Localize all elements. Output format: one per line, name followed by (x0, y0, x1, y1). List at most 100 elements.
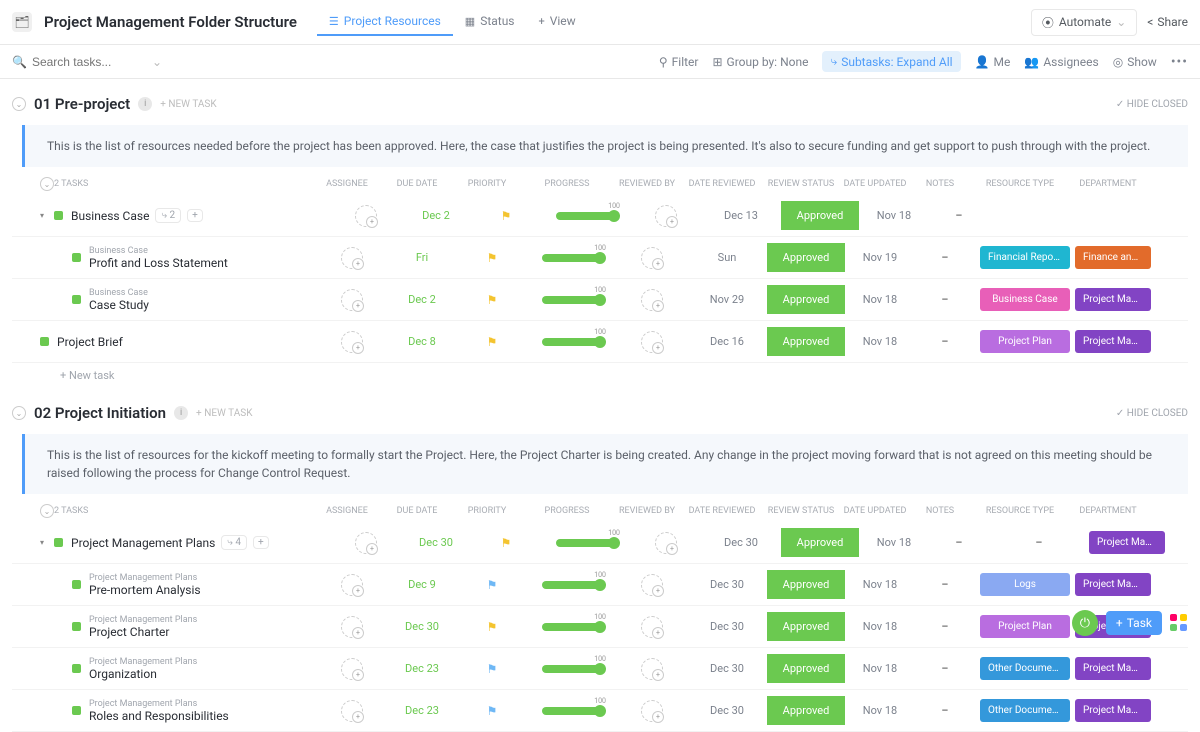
status-square[interactable] (72, 664, 81, 673)
assignees-button[interactable]: 👥 Assignees (1024, 55, 1098, 69)
status-square[interactable] (72, 622, 81, 631)
progress-cell[interactable] (527, 338, 617, 346)
search-box[interactable]: 🔍 ⌄ (12, 52, 162, 72)
progress-cell[interactable] (527, 665, 617, 673)
assignee-cell[interactable] (317, 331, 387, 353)
reviewed-by-cell[interactable] (617, 331, 687, 353)
avatar-placeholder[interactable] (641, 331, 663, 353)
reviewed-by-cell[interactable] (631, 205, 701, 227)
assignee-cell[interactable] (317, 247, 387, 269)
date-updated-cell[interactable]: Nov 18 (845, 335, 915, 348)
hide-closed-button[interactable]: ✓ HIDE CLOSED (1116, 99, 1188, 110)
due-date-cell[interactable]: Dec 8 (387, 335, 457, 348)
hide-closed-button[interactable]: ✓ HIDE CLOSED (1116, 408, 1188, 419)
tab-add-view[interactable]: + View (527, 8, 588, 36)
me-button[interactable]: 👤 Me (975, 55, 1011, 69)
progress-cell[interactable] (527, 296, 617, 304)
notes-cell[interactable]: – (915, 335, 975, 348)
more-button[interactable]: ••• (1171, 54, 1188, 70)
date-reviewed-cell[interactable]: Dec 16 (687, 335, 767, 348)
caret-icon[interactable]: ⌄ (40, 504, 54, 518)
avatar-placeholder[interactable] (641, 700, 663, 722)
task-row[interactable]: Project Brief Dec 8 ⚑ Dec 16 Approved No… (12, 321, 1188, 363)
search-input[interactable] (32, 52, 132, 72)
task-name-cell[interactable]: Business Case ⤷ 2+ (71, 208, 331, 223)
task-row[interactable]: Business Case Profit and Loss Statement … (12, 237, 1188, 279)
task-row[interactable]: Business Case Case Study Dec 2 ⚑ Nov 29 … (12, 279, 1188, 321)
date-reviewed-cell[interactable]: Sun (687, 251, 767, 264)
review-status-cell[interactable]: Approved (767, 243, 845, 272)
tab-project-resources[interactable]: ☰ Project Resources (317, 8, 453, 36)
info-icon[interactable]: i (138, 97, 152, 111)
status-square[interactable] (72, 295, 81, 304)
resource-type-cell[interactable]: Logs (975, 573, 1075, 596)
task-name-cell[interactable]: Project Management Plans Project Charter (89, 615, 317, 639)
task-row[interactable]: ▾ Project Management Plans ⤷ 4+ Dec 30 ⚑… (12, 522, 1188, 564)
avatar-placeholder[interactable] (641, 658, 663, 680)
assignee-cell[interactable] (317, 616, 387, 638)
automate-button[interactable]: ⦿ Automate ⌄ (1031, 9, 1137, 36)
new-task-row[interactable]: + New task (12, 363, 1188, 388)
avatar-placeholder[interactable] (641, 289, 663, 311)
notes-cell[interactable]: – (915, 251, 975, 264)
caret-icon[interactable]: ⌄ (40, 177, 54, 191)
reviewed-by-cell[interactable] (617, 247, 687, 269)
status-square[interactable] (72, 253, 81, 262)
due-date-cell[interactable]: Dec 30 (387, 620, 457, 633)
date-updated-cell[interactable]: Nov 18 (845, 578, 915, 591)
priority-cell[interactable]: ⚑ (457, 662, 527, 676)
review-status-cell[interactable]: Approved (767, 654, 845, 683)
task-row[interactable]: Project Management Plans Project Charter… (12, 606, 1188, 648)
avatar-placeholder[interactable] (341, 658, 363, 680)
avatar-placeholder[interactable] (641, 247, 663, 269)
due-date-cell[interactable]: Dec 2 (401, 209, 471, 222)
task-name-cell[interactable]: Project Management Plans Organization (89, 657, 317, 681)
review-status-cell[interactable]: Approved (781, 201, 859, 230)
avatar-placeholder[interactable] (641, 616, 663, 638)
progress-cell[interactable] (527, 581, 617, 589)
notes-cell[interactable]: – (915, 578, 975, 591)
priority-cell[interactable]: ⚑ (471, 536, 541, 550)
date-updated-cell[interactable]: Nov 18 (845, 620, 915, 633)
due-date-cell[interactable]: Dec 23 (387, 662, 457, 675)
resource-type-cell[interactable]: Business Case (975, 288, 1075, 311)
show-button[interactable]: ◎ Show (1113, 55, 1157, 69)
date-reviewed-cell[interactable]: Dec 13 (701, 209, 781, 222)
progress-cell[interactable] (541, 212, 631, 220)
task-name-cell[interactable]: Project Brief (57, 335, 317, 349)
date-updated-cell[interactable]: Nov 19 (845, 251, 915, 264)
avatar-placeholder[interactable] (655, 532, 677, 554)
review-status-cell[interactable]: Approved (767, 696, 845, 725)
avatar-placeholder[interactable] (341, 574, 363, 596)
tab-status[interactable]: ▦ Status (453, 8, 527, 36)
due-date-cell[interactable]: Dec 2 (387, 293, 457, 306)
progress-cell[interactable] (541, 539, 631, 547)
priority-cell[interactable]: ⚑ (457, 335, 527, 349)
department-cell[interactable]: Project Managem (1075, 330, 1151, 353)
priority-cell[interactable]: ⚑ (457, 578, 527, 592)
notes-cell[interactable]: – (915, 662, 975, 675)
date-reviewed-cell[interactable]: Nov 29 (687, 293, 767, 306)
resource-type-cell[interactable]: Project Plan (975, 330, 1075, 353)
group-by-button[interactable]: ⊞ Group by: None (712, 55, 808, 69)
fab-new-task-button[interactable]: + Task (1106, 611, 1162, 635)
status-square[interactable] (40, 337, 49, 346)
notes-cell[interactable]: – (915, 620, 975, 633)
date-updated-cell[interactable]: Nov 18 (845, 662, 915, 675)
task-row[interactable]: ▾ Business Case ⤷ 2+ Dec 2 ⚑ Dec 13 Appr… (12, 195, 1188, 237)
date-reviewed-cell[interactable]: Dec 30 (687, 620, 767, 633)
avatar-placeholder[interactable] (341, 700, 363, 722)
avatar-placeholder[interactable] (641, 574, 663, 596)
assignee-cell[interactable] (331, 532, 401, 554)
progress-cell[interactable] (527, 707, 617, 715)
info-icon[interactable]: i (174, 406, 188, 420)
add-subtask-button[interactable]: + (253, 536, 269, 549)
reviewed-by-cell[interactable] (617, 616, 687, 638)
priority-cell[interactable]: ⚑ (457, 704, 527, 718)
review-status-cell[interactable]: Approved (767, 612, 845, 641)
caret-icon[interactable]: ⌄ (12, 406, 26, 420)
reviewed-by-cell[interactable] (617, 658, 687, 680)
date-reviewed-cell[interactable]: Dec 30 (701, 536, 781, 549)
resource-type-cell[interactable]: Other Documents (975, 657, 1075, 680)
due-date-cell[interactable]: Dec 30 (401, 536, 471, 549)
